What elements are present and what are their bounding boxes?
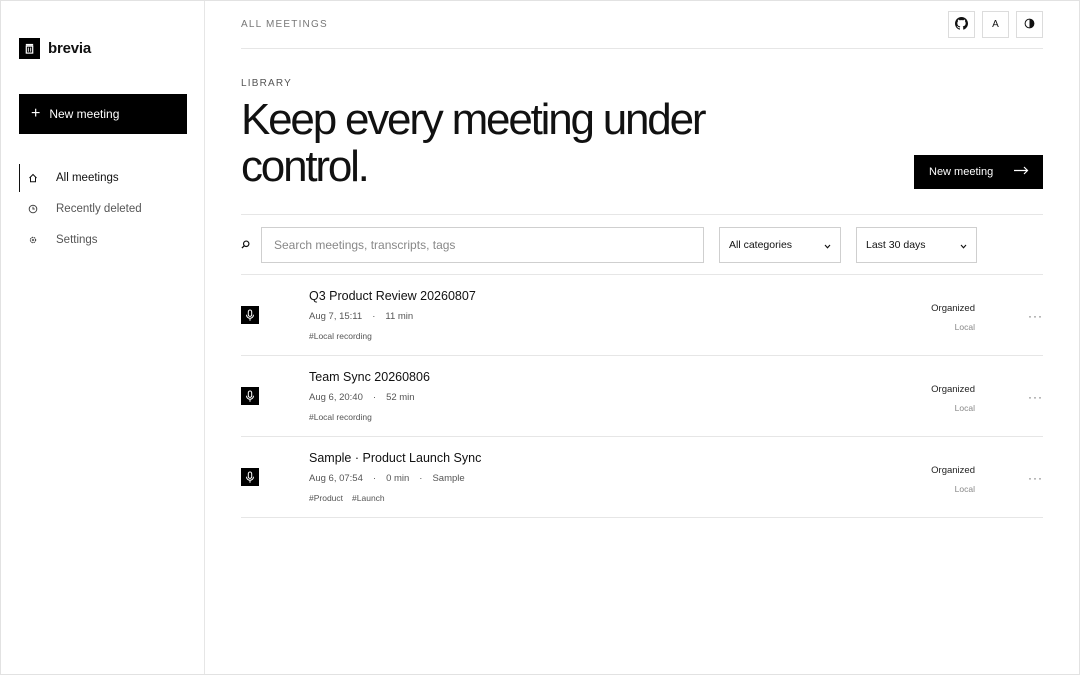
sidebar-item-label: All meetings xyxy=(56,172,119,184)
clock-icon xyxy=(27,203,39,215)
category-select-value: All categories xyxy=(729,238,793,251)
meta-separator: · xyxy=(372,473,377,484)
meeting-meta: Aug 6, 07:54 · 0 min · Sample xyxy=(309,473,465,484)
filter-bar: All categories Last 30 days xyxy=(241,215,1043,275)
contrast-icon xyxy=(1024,18,1035,32)
meeting-row[interactable]: Q3 Product Review 20260807 Aug 7, 15:11 ·… xyxy=(241,275,1043,356)
meeting-status: Organized Local xyxy=(931,384,975,413)
meta-separator: · xyxy=(372,311,376,322)
meeting-row[interactable]: Sample · Product Launch Sync Aug 6, 07:5… xyxy=(241,437,1043,518)
new-meeting-sidebar-button[interactable]: + New meeting xyxy=(19,94,187,134)
meeting-date: Aug 7, 15:11 xyxy=(309,311,363,322)
meeting-date: Aug 6, 20:40 xyxy=(309,392,363,403)
status-label: Organized xyxy=(931,465,975,476)
status-label: Organized xyxy=(931,303,975,314)
meeting-status: Organized Local xyxy=(931,303,975,332)
section-label: LIBRARY xyxy=(241,78,293,89)
gear-icon xyxy=(27,234,39,246)
meeting-meta: Aug 6, 20:40 · 52 min xyxy=(309,392,415,403)
new-meeting-button[interactable]: New meeting xyxy=(914,155,1043,189)
meta-separator: · xyxy=(419,473,423,484)
meeting-status: Organized Local xyxy=(931,465,975,494)
status-label: Organized xyxy=(931,384,975,395)
microphone-icon xyxy=(241,387,259,405)
sidebar-item-recently-deleted[interactable]: Recently deleted xyxy=(19,195,186,223)
meeting-tag[interactable]: #Local recording xyxy=(309,412,372,422)
app-window: brevia + New meeting All meetings Recent… xyxy=(0,0,1080,675)
page-title: Keep every meeting under control. xyxy=(241,95,707,191)
new-meeting-label: New meeting xyxy=(929,166,994,178)
top-bar: ALL MEETINGS A xyxy=(241,1,1043,49)
source-label: Local xyxy=(954,403,975,413)
meeting-title: Team Sync 20260806 xyxy=(309,370,430,384)
meeting-row[interactable]: Team Sync 20260806 Aug 6, 20:40 · 52 min #… xyxy=(241,356,1043,437)
meeting-tags: #Local recording xyxy=(309,412,372,422)
meeting-extra: Sample xyxy=(432,473,465,484)
chevron-down-icon xyxy=(824,241,831,251)
meeting-tag[interactable]: #Product xyxy=(309,493,343,503)
meeting-tag[interactable]: #Local recording xyxy=(309,331,372,341)
source-label: Local xyxy=(954,484,975,494)
home-icon xyxy=(27,172,39,184)
meta-separator: · xyxy=(372,392,377,403)
sidebar-item-all-meetings[interactable]: All meetings xyxy=(19,164,186,192)
date-range-select[interactable]: Last 30 days xyxy=(856,226,977,263)
brand[interactable]: brevia xyxy=(19,37,186,59)
sidebar: brevia + New meeting All meetings Recent… xyxy=(1,1,205,674)
search-input[interactable] xyxy=(261,226,704,263)
meeting-tags: #Product #Launch xyxy=(309,493,385,503)
microphone-icon xyxy=(241,468,259,486)
sidebar-item-label: Settings xyxy=(56,234,98,246)
brand-name: brevia xyxy=(48,39,91,57)
sidebar-nav: All meetings Recently deleted Settings xyxy=(19,164,186,254)
meeting-meta: Aug 7, 15:11 · 11 min xyxy=(309,311,413,322)
new-meeting-sidebar-label: New meeting xyxy=(49,107,120,121)
theme-toggle-button[interactable] xyxy=(1016,11,1043,38)
meeting-title: Sample · Product Launch Sync xyxy=(309,451,482,465)
sidebar-item-settings[interactable]: Settings xyxy=(19,226,186,254)
microphone-icon xyxy=(241,306,259,324)
chevron-down-icon xyxy=(960,241,967,251)
meeting-duration: 52 min xyxy=(386,392,415,403)
plus-icon: + xyxy=(31,105,41,122)
github-button[interactable] xyxy=(948,11,975,38)
more-options-button[interactable]: ··· xyxy=(1028,471,1043,485)
arrow-right-icon xyxy=(1014,166,1029,178)
sidebar-item-label: Recently deleted xyxy=(56,203,142,215)
trash-icon xyxy=(19,37,40,59)
main-content: ALL MEETINGS A LIBRARY Keep every meetin… xyxy=(205,1,1079,674)
meeting-tag[interactable]: #Launch xyxy=(352,493,385,503)
meeting-tags: #Local recording xyxy=(309,331,372,341)
meeting-title: Q3 Product Review 20260807 xyxy=(309,289,476,303)
search-icon xyxy=(241,240,261,249)
category-select[interactable]: All categories xyxy=(719,226,841,263)
meeting-duration: 0 min xyxy=(386,473,410,484)
breadcrumb: ALL MEETINGS xyxy=(241,19,328,30)
top-actions: A xyxy=(948,11,1043,38)
more-options-button[interactable]: ··· xyxy=(1028,390,1043,404)
more-options-button[interactable]: ··· xyxy=(1028,309,1043,323)
meeting-list: Q3 Product Review 20260807 Aug 7, 15:11 ·… xyxy=(241,275,1043,518)
language-label: A xyxy=(992,19,999,30)
source-label: Local xyxy=(954,322,975,332)
language-button[interactable]: A xyxy=(982,11,1009,38)
github-icon xyxy=(955,16,968,33)
meeting-duration: 11 min xyxy=(385,311,414,322)
hero: Keep every meeting under control. New me… xyxy=(241,96,1043,190)
meeting-date: Aug 6, 07:54 xyxy=(309,473,363,484)
date-range-select-value: Last 30 days xyxy=(866,238,926,251)
